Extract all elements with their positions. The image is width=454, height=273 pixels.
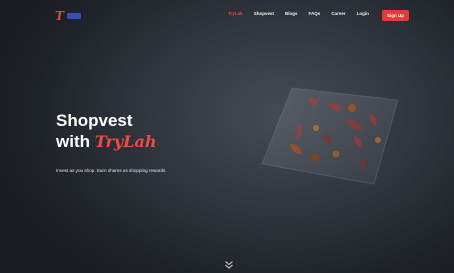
hero-brand-word: TryLah — [94, 132, 157, 151]
hero-title: Shopvest with TryLah — [56, 110, 156, 152]
nav-link-login[interactable]: Login — [357, 11, 369, 16]
hero-title-prefix: with — [56, 132, 90, 151]
hero-title-line-1: Shopvest — [56, 111, 133, 130]
logo-badge — [66, 13, 81, 19]
nav-link-career[interactable]: Career — [331, 11, 345, 16]
logo[interactable]: T — [55, 10, 81, 22]
nav-links: TryLah Shopvest Blogs FAQs Career Login — [228, 11, 380, 16]
hero-title-line-2: with TryLah — [56, 131, 156, 152]
hero-subtitle: Invest as you shop. Earn shares as shopp… — [56, 168, 167, 173]
nav-link-blogs[interactable]: Blogs — [285, 11, 298, 16]
double-chevron-down-icon[interactable] — [224, 260, 234, 270]
page: T TryLah Shopvest Blogs FAQs Career Logi… — [0, 0, 454, 273]
nav-link-shopvest[interactable]: Shopvest — [254, 11, 274, 16]
logo-mark: T — [55, 9, 64, 23]
navbar: T TryLah Shopvest Blogs FAQs Career Logi… — [0, 0, 454, 32]
sign-up-button[interactable]: Sign Up — [382, 10, 409, 21]
nav-link-faqs[interactable]: FAQs — [309, 11, 321, 16]
hero-tablet-illustration — [261, 87, 399, 185]
nav-link-trylah[interactable]: TryLah — [228, 11, 243, 16]
